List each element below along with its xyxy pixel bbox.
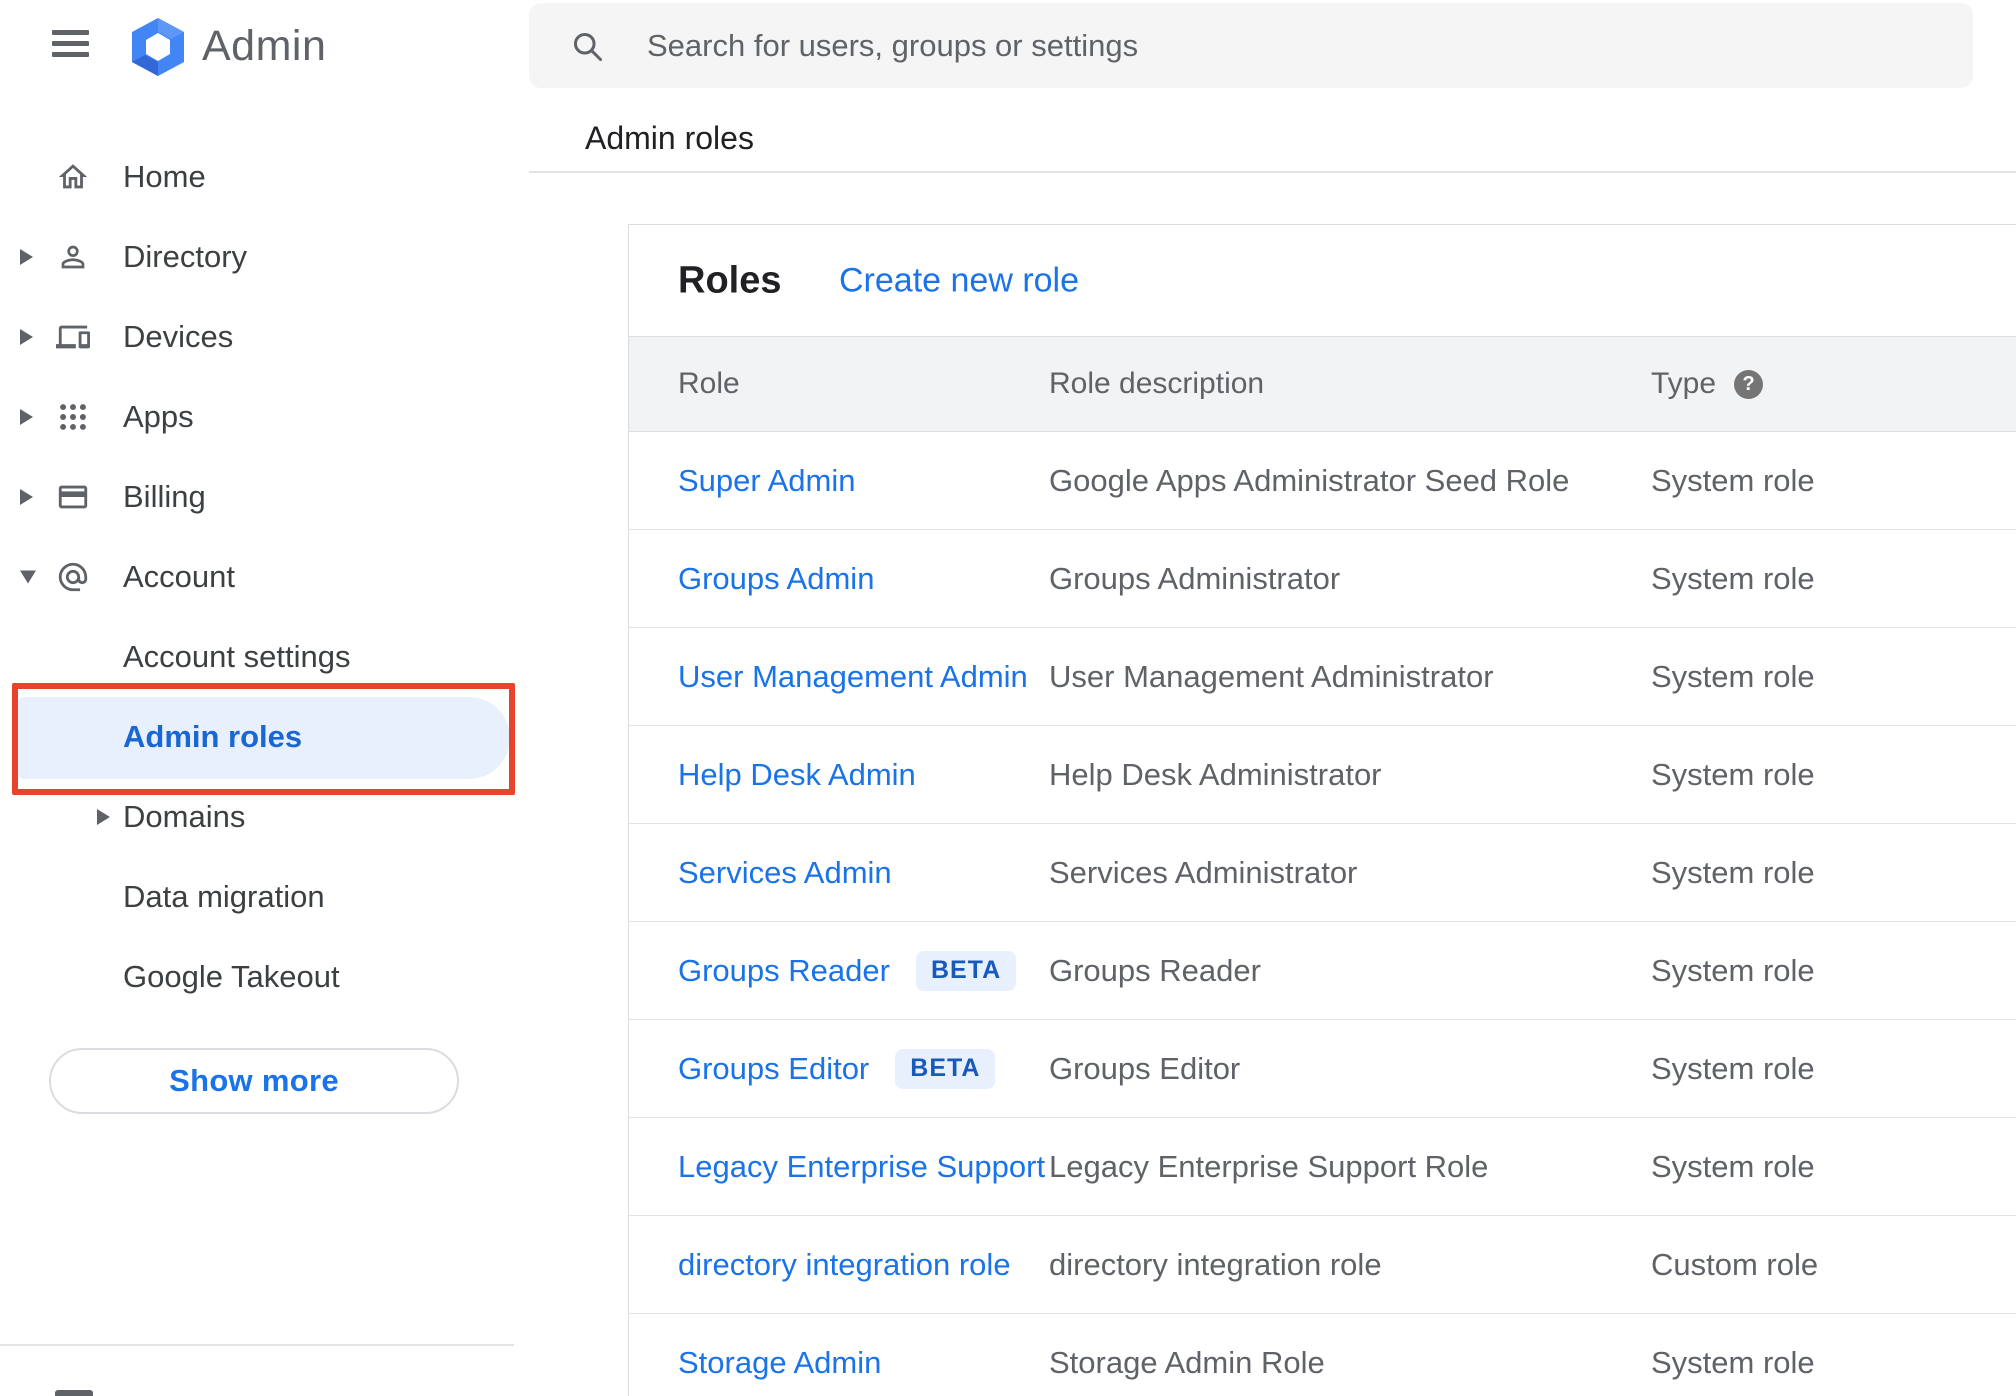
credit-card-icon bbox=[56, 480, 90, 514]
show-more-button[interactable]: Show more bbox=[49, 1048, 459, 1114]
help-icon[interactable]: ? bbox=[1734, 369, 1764, 399]
role-type: System role bbox=[1651, 462, 1815, 498]
column-header-role-description: Role description bbox=[1049, 367, 1265, 400]
role-description: directory integration role bbox=[1049, 1246, 1382, 1282]
role-description: User Management Administrator bbox=[1049, 658, 1494, 694]
table-row: Groups Editor BETA Groups Editor System rol… bbox=[629, 1020, 2016, 1118]
role-type: System role bbox=[1651, 854, 1815, 890]
apps-grid-icon bbox=[56, 400, 90, 434]
sidebar-item-data-migration[interactable]: Data migration bbox=[0, 857, 514, 937]
table-row: Groups Admin Groups Administrator System r… bbox=[629, 530, 2016, 628]
beta-badge: BETA bbox=[915, 950, 1017, 991]
menu-icon[interactable] bbox=[52, 30, 89, 57]
role-description: Groups Administrator bbox=[1049, 560, 1341, 596]
sidebar: Admin Home Directory Devices Apps Billing Acc… bbox=[0, 0, 515, 1396]
role-description: Google Apps Administrator Seed Role bbox=[1049, 462, 1570, 498]
devices-icon bbox=[56, 320, 90, 354]
role-link[interactable]: Services Admin bbox=[678, 855, 892, 891]
role-type: System role bbox=[1651, 952, 1815, 988]
role-description: Storage Admin Role bbox=[1049, 1344, 1325, 1380]
search-bar[interactable] bbox=[529, 3, 1973, 88]
table-row: directory integration role directory inte… bbox=[629, 1216, 2016, 1314]
table-row: Help Desk Admin Help Desk Administrator Sy… bbox=[629, 726, 2016, 824]
chevron-right-icon[interactable] bbox=[20, 489, 33, 505]
role-type: System role bbox=[1651, 1148, 1815, 1184]
column-header-type: Type ? bbox=[1651, 367, 2016, 401]
search-icon bbox=[573, 32, 602, 61]
chevron-down-icon[interactable] bbox=[20, 570, 36, 584]
sidebar-item-directory[interactable]: Directory bbox=[0, 217, 514, 297]
column-header-role: Role bbox=[678, 367, 740, 400]
role-type: System role bbox=[1651, 560, 1815, 596]
breadcrumb-divider bbox=[529, 171, 2016, 173]
table-row: Super Admin Google Apps Administrator See… bbox=[629, 432, 2016, 530]
roles-title: Roles bbox=[678, 259, 782, 301]
sidebar-item-google-takeout[interactable]: Google Takeout bbox=[0, 937, 514, 1017]
chevron-right-icon[interactable] bbox=[20, 329, 33, 345]
role-type: System role bbox=[1651, 756, 1815, 792]
sidebar-item-admin-roles[interactable]: Admin roles bbox=[0, 697, 514, 777]
sidebar-item-account[interactable]: Account bbox=[0, 537, 514, 617]
role-link[interactable]: Legacy Enterprise Support bbox=[678, 1149, 1045, 1185]
role-link[interactable]: Groups Editor bbox=[678, 1051, 869, 1087]
admin-logo-icon bbox=[132, 18, 184, 76]
role-type: System role bbox=[1651, 658, 1815, 694]
roles-card-header: Roles Create new role bbox=[629, 225, 2016, 336]
table-row: Storage Admin Storage Admin Role System ro… bbox=[629, 1314, 2016, 1396]
role-link[interactable]: Help Desk Admin bbox=[678, 757, 916, 793]
chevron-right-icon[interactable] bbox=[97, 809, 110, 825]
table-row: Services Admin Services Administrator Syst… bbox=[629, 824, 2016, 922]
roles-card: Roles Create new role Role Role descript… bbox=[628, 224, 2016, 1396]
sidebar-item-account-settings[interactable]: Account settings bbox=[0, 617, 514, 697]
breadcrumb: Admin roles bbox=[585, 120, 754, 156]
role-type: Custom role bbox=[1651, 1246, 1819, 1282]
beta-badge: BETA bbox=[895, 1048, 996, 1089]
role-description: Help Desk Administrator bbox=[1049, 756, 1382, 792]
search-input[interactable] bbox=[645, 26, 1943, 65]
chevron-right-icon[interactable] bbox=[20, 409, 33, 425]
role-type: System role bbox=[1651, 1050, 1815, 1086]
role-description: Groups Reader bbox=[1049, 952, 1261, 988]
sidebar-item-domains[interactable]: Domains bbox=[0, 777, 514, 857]
role-description: Legacy Enterprise Support Role bbox=[1049, 1148, 1489, 1184]
at-sign-icon bbox=[56, 560, 90, 594]
sidebar-footer-divider bbox=[0, 1344, 514, 1346]
role-link[interactable]: Groups Reader bbox=[678, 953, 890, 989]
create-new-role-link[interactable]: Create new role bbox=[839, 261, 1079, 300]
role-link[interactable]: Storage Admin bbox=[678, 1345, 881, 1381]
table-row: Groups Reader BETA Groups Reader System rol… bbox=[629, 922, 2016, 1020]
table-header-row: Role Role description Type ? bbox=[629, 336, 2016, 432]
sidebar-item-apps[interactable]: Apps bbox=[0, 377, 514, 457]
role-link[interactable]: User Management Admin bbox=[678, 659, 1028, 695]
sidebar-item-devices[interactable]: Devices bbox=[0, 297, 514, 377]
role-link[interactable]: Super Admin bbox=[678, 463, 856, 499]
role-description: Services Administrator bbox=[1049, 854, 1358, 890]
app-title: Admin bbox=[202, 22, 327, 70]
roles-table-body: Super Admin Google Apps Administrator See… bbox=[629, 432, 2016, 1396]
sidebar-nav: Home Directory Devices Apps Billing Account Ac… bbox=[0, 137, 514, 1017]
table-row: Legacy Enterprise Support Legacy Enterpri… bbox=[629, 1118, 2016, 1216]
chevron-right-icon[interactable] bbox=[20, 249, 33, 265]
person-icon bbox=[56, 240, 90, 274]
role-description: Groups Editor bbox=[1049, 1050, 1241, 1086]
role-link[interactable]: Groups Admin bbox=[678, 561, 874, 597]
sidebar-item-billing[interactable]: Billing bbox=[0, 457, 514, 537]
role-link[interactable]: directory integration role bbox=[678, 1247, 1011, 1283]
sidebar-item-home[interactable]: Home bbox=[0, 137, 514, 217]
send-feedback-icon[interactable] bbox=[55, 1390, 93, 1396]
home-icon bbox=[56, 160, 90, 194]
table-row: User Management Admin User Management Adm… bbox=[629, 628, 2016, 726]
role-type: System role bbox=[1651, 1344, 1815, 1380]
